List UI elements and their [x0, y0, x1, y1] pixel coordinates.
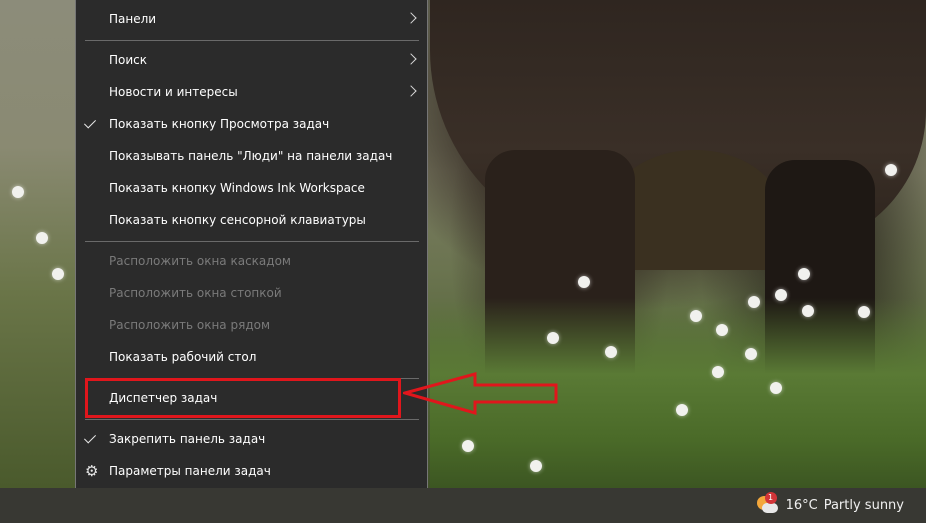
- notification-badge: 1: [764, 491, 777, 504]
- cotton-flower: [605, 346, 617, 358]
- menu-item-side-by-side-windows: Расположить окна рядом: [109, 318, 271, 332]
- cotton-flower: [716, 324, 728, 336]
- menu-item-cascade-windows: Расположить окна каскадом: [109, 254, 291, 268]
- cotton-flower: [676, 404, 688, 416]
- cotton-flower: [798, 268, 810, 280]
- taskbar[interactable]: 1 16°C Partly sunny: [0, 488, 926, 523]
- menu-item-panels[interactable]: Панели: [76, 5, 427, 33]
- taskbar-context-menu: Панели Поиск Новости и интересы Показать…: [75, 0, 428, 494]
- menu-item-show-touch-keyboard-button[interactable]: Показать кнопку сенсорной клавиатуры: [76, 206, 427, 234]
- cotton-flower: [578, 276, 590, 288]
- annotation-arrow-icon: [403, 372, 558, 415]
- menu-item-show-people-panel[interactable]: Показывать панель "Люди" на панели задач: [76, 142, 427, 170]
- chevron-right-icon: [405, 85, 417, 97]
- wallpaper-grass-left: [0, 0, 78, 488]
- menu-item-show-windows-ink-button[interactable]: Показать кнопку Windows Ink Workspace: [76, 174, 427, 202]
- cotton-flower: [748, 296, 760, 308]
- menu-item-lock-taskbar[interactable]: Закрепить панель задач: [76, 425, 427, 453]
- cotton-flower: [885, 164, 897, 176]
- menu-item-news-and-interests[interactable]: Новости и интересы: [76, 78, 427, 106]
- cotton-flower: [36, 232, 48, 244]
- cotton-flower: [530, 460, 542, 472]
- checkmark-icon: [83, 116, 97, 129]
- menu-separator: [85, 241, 419, 242]
- annotation-highlight-box: [85, 378, 401, 418]
- cotton-flower: [802, 305, 814, 317]
- cotton-flower: [770, 382, 782, 394]
- menu-item-taskbar-settings[interactable]: ⚙ Параметры панели задач: [76, 457, 427, 485]
- cotton-flower: [462, 440, 474, 452]
- cotton-flower: [858, 306, 870, 318]
- menu-separator: [85, 419, 419, 420]
- menu-item-show-task-view-button[interactable]: Показать кнопку Просмотра задач: [76, 110, 427, 138]
- weather-summary: 16°C Partly sunny: [786, 498, 904, 513]
- cotton-flower: [712, 366, 724, 378]
- menu-separator: [85, 40, 419, 41]
- cotton-flower: [745, 348, 757, 360]
- weather-temperature: 16°C: [785, 498, 818, 513]
- checkmark-icon: [83, 431, 97, 444]
- menu-item-stack-windows: Расположить окна стопкой: [109, 286, 282, 300]
- partly-sunny-icon: 1: [756, 491, 778, 516]
- menu-item-search[interactable]: Поиск: [76, 46, 427, 74]
- chevron-right-icon: [405, 53, 417, 65]
- cotton-flower: [775, 289, 787, 301]
- cotton-flower: [690, 310, 702, 322]
- cotton-flower: [12, 186, 24, 198]
- menu-item-show-desktop[interactable]: Показать рабочий стол: [76, 343, 427, 371]
- gear-icon: ⚙: [85, 462, 99, 480]
- chevron-right-icon: [405, 12, 417, 24]
- weather-widget[interactable]: 1 16°C Partly sunny: [756, 488, 904, 523]
- weather-condition: Partly sunny: [823, 498, 904, 513]
- cotton-flower: [52, 268, 64, 280]
- cotton-flower: [547, 332, 559, 344]
- wallpaper-bear-belly: [610, 150, 780, 270]
- cloud-icon: [761, 502, 778, 513]
